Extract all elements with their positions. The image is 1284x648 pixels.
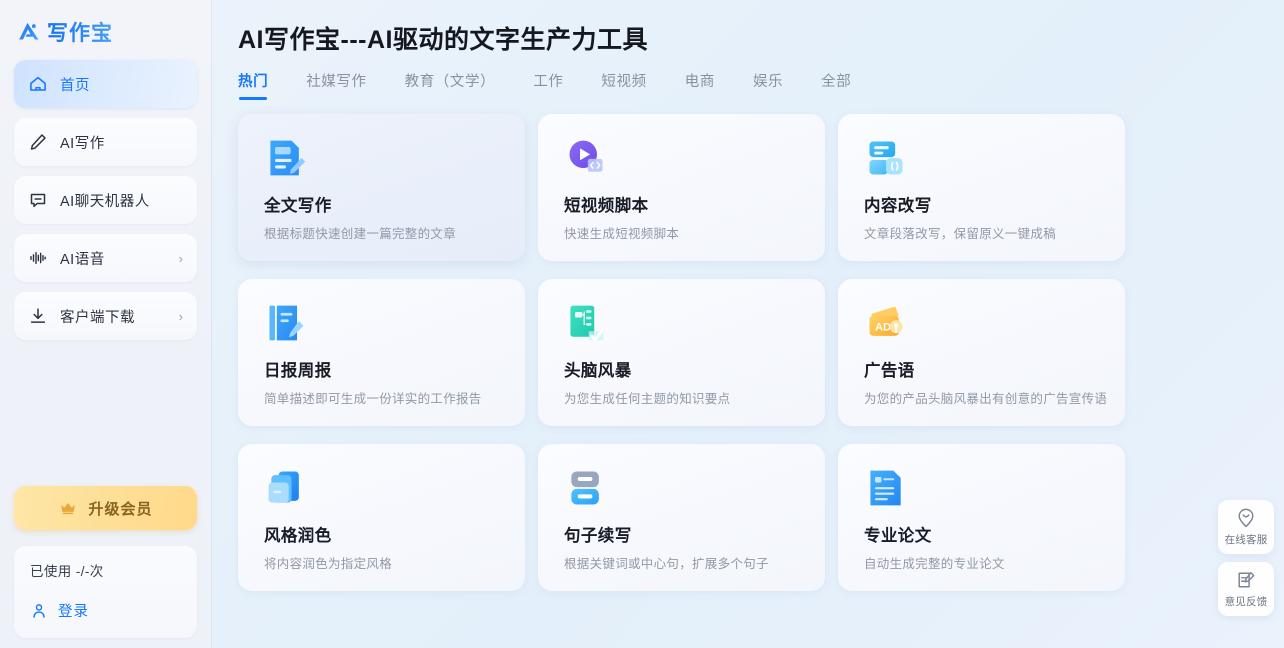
cards-scroll-area[interactable]: 全文写作 根据标题快速创建一篇完整的文章 短视频脚本 快速生成短视频脚本 内容改… (212, 104, 1284, 648)
brand-logo[interactable]: 写作宝 (0, 0, 211, 50)
card-desc: 快速生成短视频脚本 (564, 227, 680, 241)
card-title: 风格润色 (264, 527, 332, 545)
card-title: 日报周报 (264, 362, 332, 380)
card-title: 广告语 (864, 362, 915, 380)
brand-logo-text: 写作宝 (47, 17, 113, 47)
layers-icon (268, 471, 299, 503)
tool-cards-grid: 全文写作 根据标题快速创建一篇完整的文章 短视频脚本 快速生成短视频脚本 内容改… (212, 110, 1284, 591)
ad-tag-icon: AD (869, 306, 903, 336)
sidebar: 写作宝 首页 AI写作 AI聊天机器人 AI语音 › 客户端下载 › 升级会员 … (0, 0, 212, 648)
pencil-icon (30, 134, 46, 150)
card-desc: 将内容润色为指定风格 (264, 557, 393, 571)
sidebar-item-label: 首页 (60, 77, 90, 94)
card-desc: 文章段落改写，保留原义一键成稿 (864, 227, 1057, 241)
sidebar-item-ai-voice[interactable]: AI语音 › (14, 234, 197, 282)
card-title: 全文写作 (264, 197, 332, 215)
chevron-right-icon: › (178, 308, 183, 324)
sidebar-item-label: 客户端下载 (60, 309, 135, 326)
card-brainstorm[interactable]: 头脑风暴 为您生成任何主题的知识要点 (538, 279, 825, 426)
upgrade-membership-button[interactable]: 升级会员 (14, 486, 197, 530)
paper-doc-icon (870, 470, 901, 506)
card-desc: 为您生成任何主题的知识要点 (564, 392, 731, 406)
category-tabs: 热门 社媒写作 教育（文学） 工作 短视频 电商 娱乐 全部 (212, 56, 1284, 100)
card-title: 内容改写 (864, 197, 932, 215)
card-short-video-script[interactable]: 短视频脚本 快速生成短视频脚本 (538, 114, 825, 261)
home-icon (30, 76, 46, 91)
user-icon (33, 603, 45, 618)
card-ad-slogan[interactable]: AD 广告语 为您的产品头脑风暴出有创意的广告宣传语 (838, 279, 1125, 426)
sidebar-item-label: AI写作 (60, 135, 105, 152)
mindmap-check-icon (570, 305, 604, 341)
card-desc: 自动生成完整的专业论文 (864, 557, 1005, 571)
card-daily-weekly-report[interactable]: 日报周报 简单描述即可生成一份详实的工作报告 (238, 279, 525, 426)
tab-education[interactable]: 教育（文学） (405, 70, 496, 100)
svg-text:AD: AD (875, 321, 891, 333)
card-professional-paper[interactable]: 专业论文 自动生成完整的专业论文 (838, 444, 1125, 591)
card-title: 短视频脚本 (564, 197, 649, 215)
tab-all[interactable]: 全部 (821, 70, 851, 100)
tab-work[interactable]: 工作 (533, 70, 563, 100)
card-desc: 为您的产品头脑风暴出有创意的广告宣传语 (864, 392, 1108, 406)
document-pencil-icon (270, 140, 306, 176)
card-title: 句子续写 (564, 527, 632, 545)
waveform-icon (30, 251, 46, 265)
sidebar-item-label: AI聊天机器人 (60, 193, 150, 210)
tab-short-video[interactable]: 短视频 (601, 70, 646, 100)
sidebar-item-client-download[interactable]: 客户端下载 › (14, 292, 197, 340)
floating-dock: 在线客服 意见反馈 (1218, 500, 1274, 616)
tab-social-media[interactable]: 社媒写作 (306, 70, 366, 100)
card-desc: 根据关键词或中心句，扩展多个句子 (564, 557, 769, 571)
card-desc: 根据标题快速创建一篇完整的文章 (264, 227, 457, 241)
usage-card: 已使用 -/-次 登录 (14, 546, 197, 638)
two-bars-icon (571, 471, 599, 505)
upgrade-membership-label: 升级会员 (88, 500, 153, 518)
usage-count-text: 已使用 -/-次 (30, 564, 104, 579)
rewrite-blocks-icon (869, 141, 903, 175)
card-title: 头脑风暴 (564, 362, 632, 380)
tab-entertainment[interactable]: 娱乐 (753, 70, 783, 100)
notebook-pencil-icon (269, 305, 304, 341)
feedback-edit-icon (1238, 571, 1255, 588)
sidebar-item-ai-writing[interactable]: AI写作 (14, 118, 197, 166)
card-full-text-writing[interactable]: 全文写作 根据标题快速创建一篇完整的文章 (238, 114, 525, 261)
card-desc: 简单描述即可生成一份详实的工作报告 (264, 392, 482, 406)
online-support-label: 在线客服 (1224, 534, 1268, 546)
online-support-button[interactable]: 在线客服 (1218, 500, 1274, 554)
sidebar-nav: 首页 AI写作 AI聊天机器人 AI语音 › 客户端下载 › (0, 60, 211, 340)
feedback-label: 意见反馈 (1224, 596, 1268, 608)
tab-hot[interactable]: 热门 (238, 70, 268, 100)
login-label: 登录 (58, 604, 89, 620)
crown-icon (61, 503, 76, 515)
sidebar-item-ai-chatbot[interactable]: AI聊天机器人 (14, 176, 197, 224)
smile-chat-icon (1238, 508, 1254, 528)
page-title: AI写作宝---AI驱动的文字生产力工具 (238, 26, 648, 54)
feedback-button[interactable]: 意见反馈 (1218, 562, 1274, 616)
sidebar-item-label: AI语音 (60, 251, 105, 268)
card-sentence-continuation[interactable]: 句子续写 根据关键词或中心句，扩展多个句子 (538, 444, 825, 591)
chevron-right-icon: › (178, 250, 183, 266)
card-style-polish[interactable]: 风格润色 将内容润色为指定风格 (238, 444, 525, 591)
card-content-rewrite[interactable]: 内容改写 文章段落改写，保留原义一键成稿 (838, 114, 1125, 261)
download-icon (30, 308, 46, 323)
chat-minus-icon (30, 193, 46, 208)
play-circle-icon (569, 140, 603, 172)
main-content: AI写作宝---AI驱动的文字生产力工具 热门 社媒写作 教育（文学） 工作 短… (212, 0, 1284, 648)
tab-ecommerce[interactable]: 电商 (685, 70, 715, 100)
login-button[interactable]: 登录 (30, 600, 181, 621)
brand-logo-icon (19, 23, 39, 40)
sidebar-item-home[interactable]: 首页 (14, 60, 197, 108)
card-title: 专业论文 (864, 527, 932, 545)
